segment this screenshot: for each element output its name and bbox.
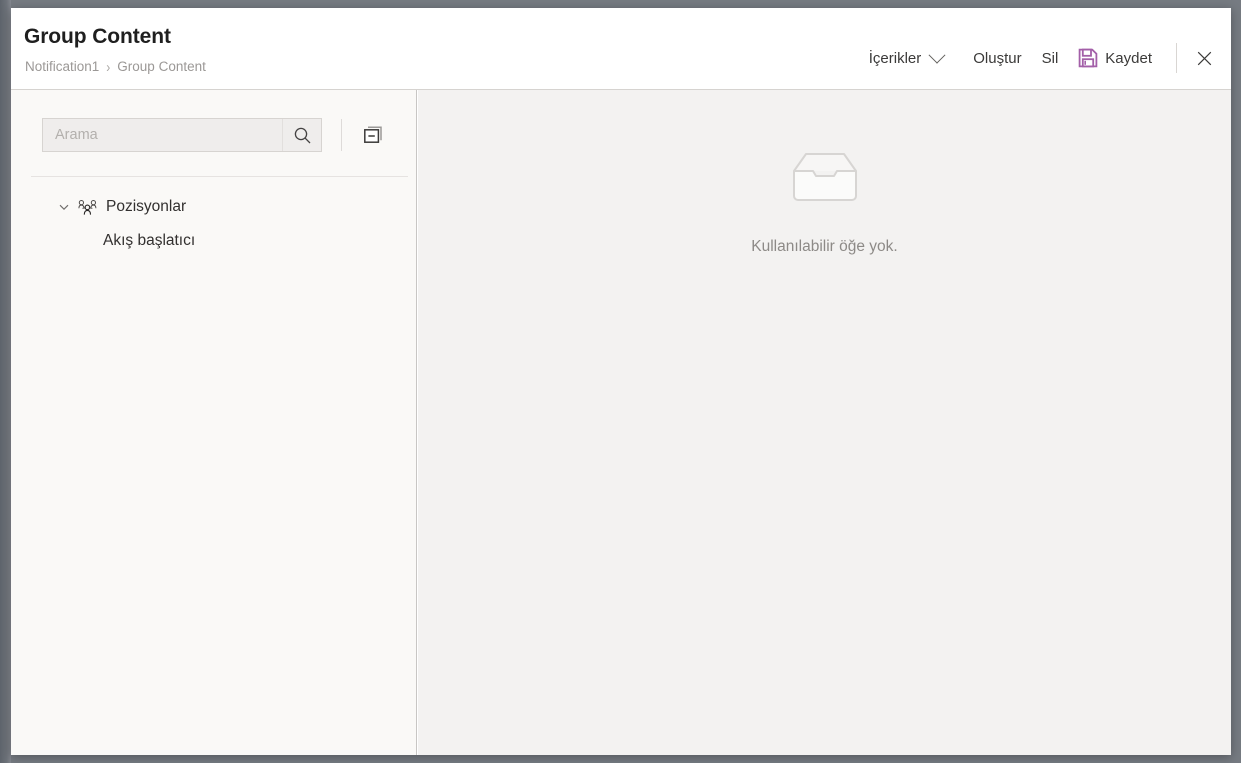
tree-child-akis-baslatici[interactable]: Akış başlatıcı bbox=[11, 224, 416, 258]
page-title: Group Content bbox=[24, 25, 171, 48]
save-button[interactable]: Kaydet bbox=[1068, 44, 1162, 72]
create-button-label: Oluştur bbox=[973, 49, 1022, 67]
search-input[interactable] bbox=[43, 119, 282, 151]
save-button-label: Kaydet bbox=[1105, 49, 1152, 67]
content-tree: Pozisyonlar Akış başlatıcı bbox=[11, 190, 416, 258]
search-button[interactable] bbox=[282, 119, 321, 151]
breadcrumb-separator-icon: › bbox=[106, 57, 111, 76]
contents-menu-label: İçerikler bbox=[868, 49, 922, 67]
right-panel: Kullanılabilir öğe yok. bbox=[418, 90, 1231, 755]
chevron-down-icon bbox=[928, 46, 946, 64]
left-panel: Pozisyonlar Akış başlatıcı bbox=[11, 90, 417, 755]
empty-state-message: Kullanılabilir öğe yok. bbox=[751, 238, 898, 255]
dialog-toolbar: İçerikler Oluştur Sil Kaydet bbox=[859, 41, 1219, 75]
save-floppy-icon-svg bbox=[1078, 48, 1098, 68]
close-icon bbox=[1197, 51, 1211, 65]
search-row-divider bbox=[341, 119, 342, 151]
search-row bbox=[42, 118, 386, 152]
group-content-dialog: Group Content Notification1 › Group Cont… bbox=[11, 8, 1231, 755]
breadcrumb: Notification1 › Group Content bbox=[25, 57, 206, 76]
contents-menu-button[interactable]: İçerikler bbox=[859, 46, 954, 71]
search-icon bbox=[294, 127, 310, 143]
tree-node-label: Pozisyonlar bbox=[106, 198, 187, 215]
dialog-header: Group Content Notification1 › Group Cont… bbox=[11, 8, 1231, 90]
tree-node-pozisyonlar[interactable]: Pozisyonlar bbox=[11, 190, 416, 224]
breadcrumb-parent[interactable]: Notification1 bbox=[25, 59, 99, 74]
delete-button[interactable]: Sil bbox=[1032, 46, 1069, 71]
collapse-all-icon bbox=[364, 126, 382, 143]
group-people-icon bbox=[77, 198, 97, 216]
search-box bbox=[42, 118, 322, 152]
tree-child-label: Akış başlatıcı bbox=[103, 232, 196, 249]
toolbar-divider bbox=[1176, 43, 1177, 73]
save-floppy-icon bbox=[1078, 48, 1098, 68]
delete-button-label: Sil bbox=[1041, 49, 1059, 67]
chevron-down-icon[interactable] bbox=[58, 201, 70, 213]
empty-inbox-icon bbox=[792, 153, 857, 201]
create-button[interactable]: Oluştur bbox=[963, 46, 1031, 71]
close-button[interactable] bbox=[1189, 43, 1219, 73]
empty-state: Kullanılabilir öğe yok. bbox=[418, 150, 1231, 256]
breadcrumb-current: Group Content bbox=[117, 59, 206, 74]
left-panel-divider bbox=[31, 176, 408, 177]
collapse-all-button[interactable] bbox=[360, 122, 386, 148]
